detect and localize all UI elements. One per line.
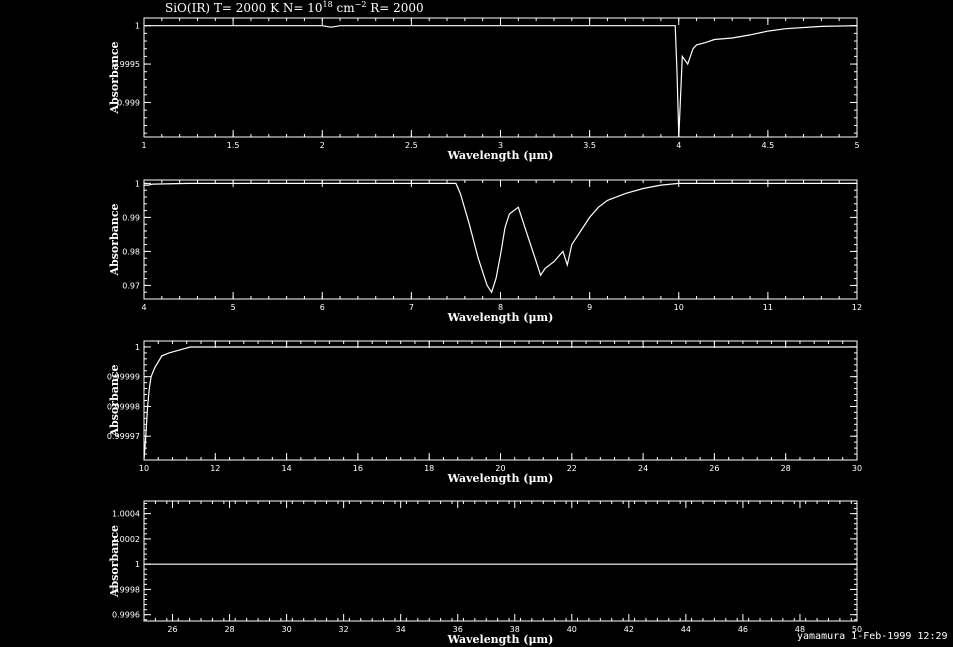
y-tick-label: 0.99	[122, 213, 140, 222]
y-tick-label: 0.97	[122, 281, 140, 290]
x-tick-label: 30	[852, 464, 862, 473]
x-tick-label: 30	[282, 625, 292, 634]
x-tick-label: 42	[624, 625, 634, 634]
x-tick-label: 9	[587, 303, 592, 312]
y-axis-title: Absorbance	[108, 41, 121, 114]
x-tick-label: 5	[854, 141, 859, 150]
x-tick-label: 26	[167, 625, 177, 634]
y-axis-title: Absorbance	[108, 203, 121, 276]
x-axis-title: Wavelength (μm)	[447, 472, 554, 485]
x-tick-label: 16	[353, 464, 363, 473]
x-tick-label: 28	[224, 625, 234, 634]
x-tick-label: 12	[852, 303, 862, 312]
x-tick-label: 14	[282, 464, 292, 473]
x-tick-label: 28	[781, 464, 791, 473]
x-tick-label: 22	[567, 464, 577, 473]
x-tick-label: 18	[424, 464, 434, 473]
x-tick-label: 7	[409, 303, 414, 312]
x-tick-label: 10	[674, 303, 684, 312]
x-tick-label: 3.5	[583, 141, 596, 150]
footer-stamp: yamamura 1-Feb-1999 12:29	[797, 631, 948, 642]
x-tick-label: 34	[396, 625, 406, 634]
x-tick-label: 6	[320, 303, 325, 312]
x-axis-title: Wavelength (μm)	[447, 311, 554, 324]
y-axis-title: Absorbance	[108, 525, 121, 598]
x-axis-title: Wavelength (μm)	[447, 633, 554, 646]
x-tick-label: 48	[795, 625, 805, 634]
x-axis-title: Wavelength (μm)	[447, 149, 554, 162]
x-tick-label: 11	[763, 303, 773, 312]
y-axis-title: Absorbance	[108, 364, 121, 437]
x-tick-label: 40	[567, 625, 577, 634]
x-tick-label: 4.5	[762, 141, 775, 150]
y-tick-label: 0.98	[122, 247, 140, 256]
x-tick-label: 1	[141, 141, 146, 150]
x-tick-label: 4	[141, 303, 146, 312]
x-tick-label: 4	[676, 141, 681, 150]
chart-title: SiO(IR) T= 2000 K N= 1018 cm−2 R= 2000	[165, 0, 424, 15]
x-tick-label: 50	[852, 625, 862, 634]
y-tick-label: 1	[135, 343, 140, 352]
y-tick-label: 0.9996	[112, 611, 140, 620]
x-tick-label: 5	[231, 303, 236, 312]
y-tick-label: 1	[135, 560, 140, 569]
y-tick-label: 1.0004	[112, 510, 140, 519]
x-tick-label: 2.5	[405, 141, 418, 150]
y-tick-label: 1	[135, 179, 140, 188]
x-tick-label: 24	[638, 464, 648, 473]
x-tick-label: 32	[339, 625, 349, 634]
x-tick-label: 26	[709, 464, 719, 473]
spectra-figure: SiO(IR) T= 2000 K N= 1018 cm−2 R= 2000 y…	[0, 0, 953, 647]
x-tick-label: 2	[320, 141, 325, 150]
y-tick-label: 1	[135, 22, 140, 31]
x-tick-label: 12	[210, 464, 220, 473]
x-tick-label: 44	[681, 625, 691, 634]
x-tick-label: 1.5	[227, 141, 240, 150]
x-tick-label: 10	[139, 464, 149, 473]
x-tick-label: 46	[738, 625, 748, 634]
